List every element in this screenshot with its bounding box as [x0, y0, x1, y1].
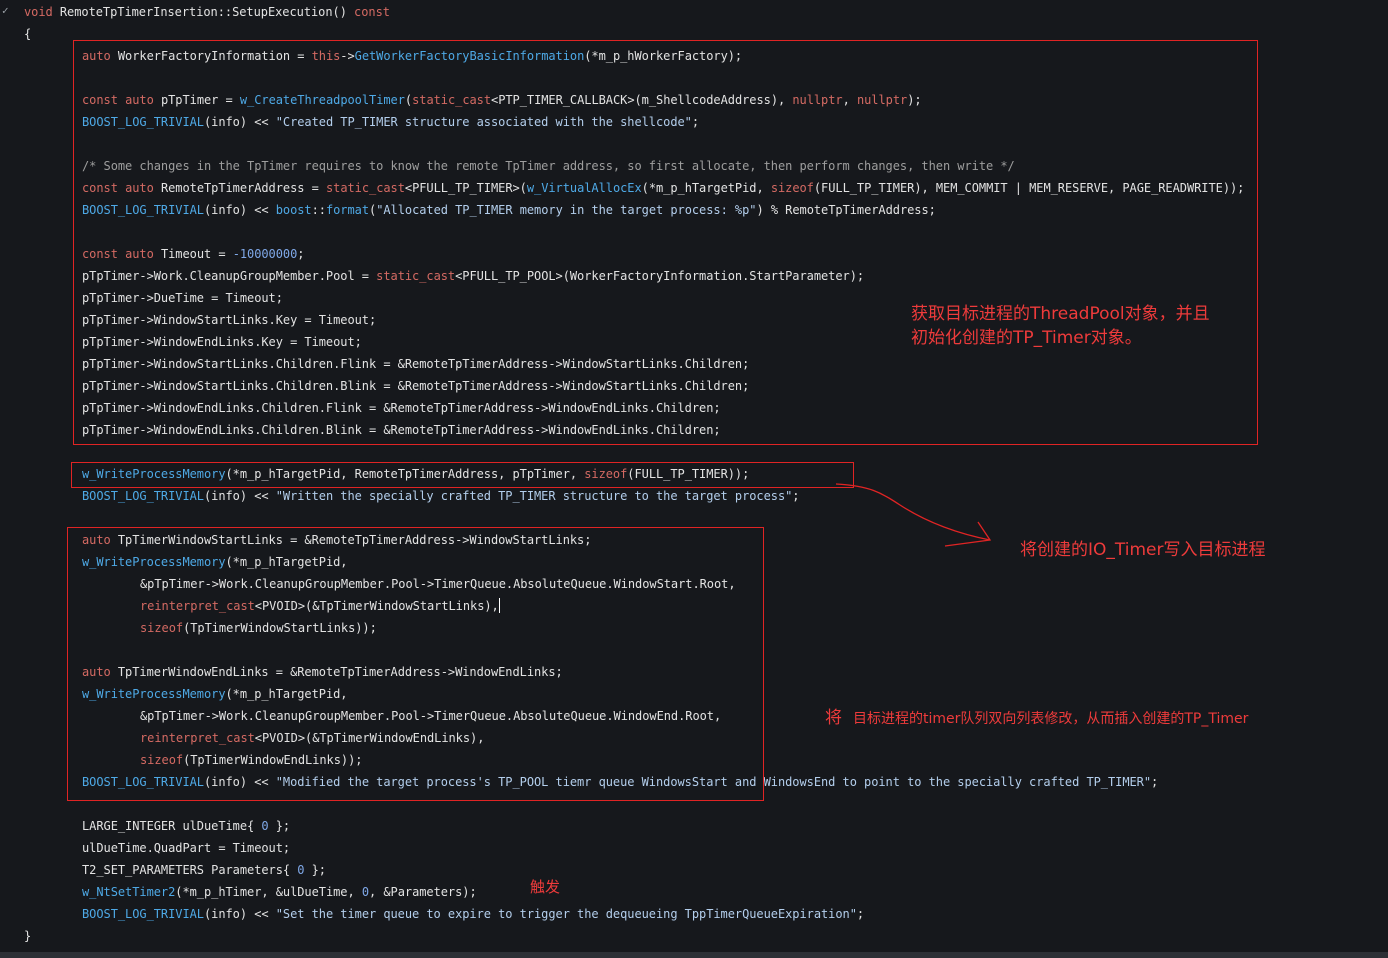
trigger-note: 触发 — [530, 878, 561, 896]
threadpool-note: 获取目标进程的ThreadPool对象，并且 初始化创建的TP_Timer对象。 — [911, 302, 1210, 350]
write-note: 将创建的IO_Timer写入目标进程 — [1020, 540, 1266, 560]
threadpool-note-line2: 初始化创建的TP_Timer对象。 — [911, 328, 1142, 348]
modify-note-prefix: 将 — [825, 708, 842, 728]
modify-note: 目标进程的timer队列双向列表修改，从而插入创建的TP_Timer — [853, 711, 1249, 727]
threadpool-note-line1: 获取目标进程的ThreadPool对象，并且 — [911, 304, 1210, 324]
arrow-annotation — [835, 483, 992, 547]
horizontal-scrollbar[interactable] — [0, 952, 1388, 958]
code-editor[interactable]: ✓ void RemoteTpTimerInsertion::SetupExec… — [0, 0, 1388, 958]
